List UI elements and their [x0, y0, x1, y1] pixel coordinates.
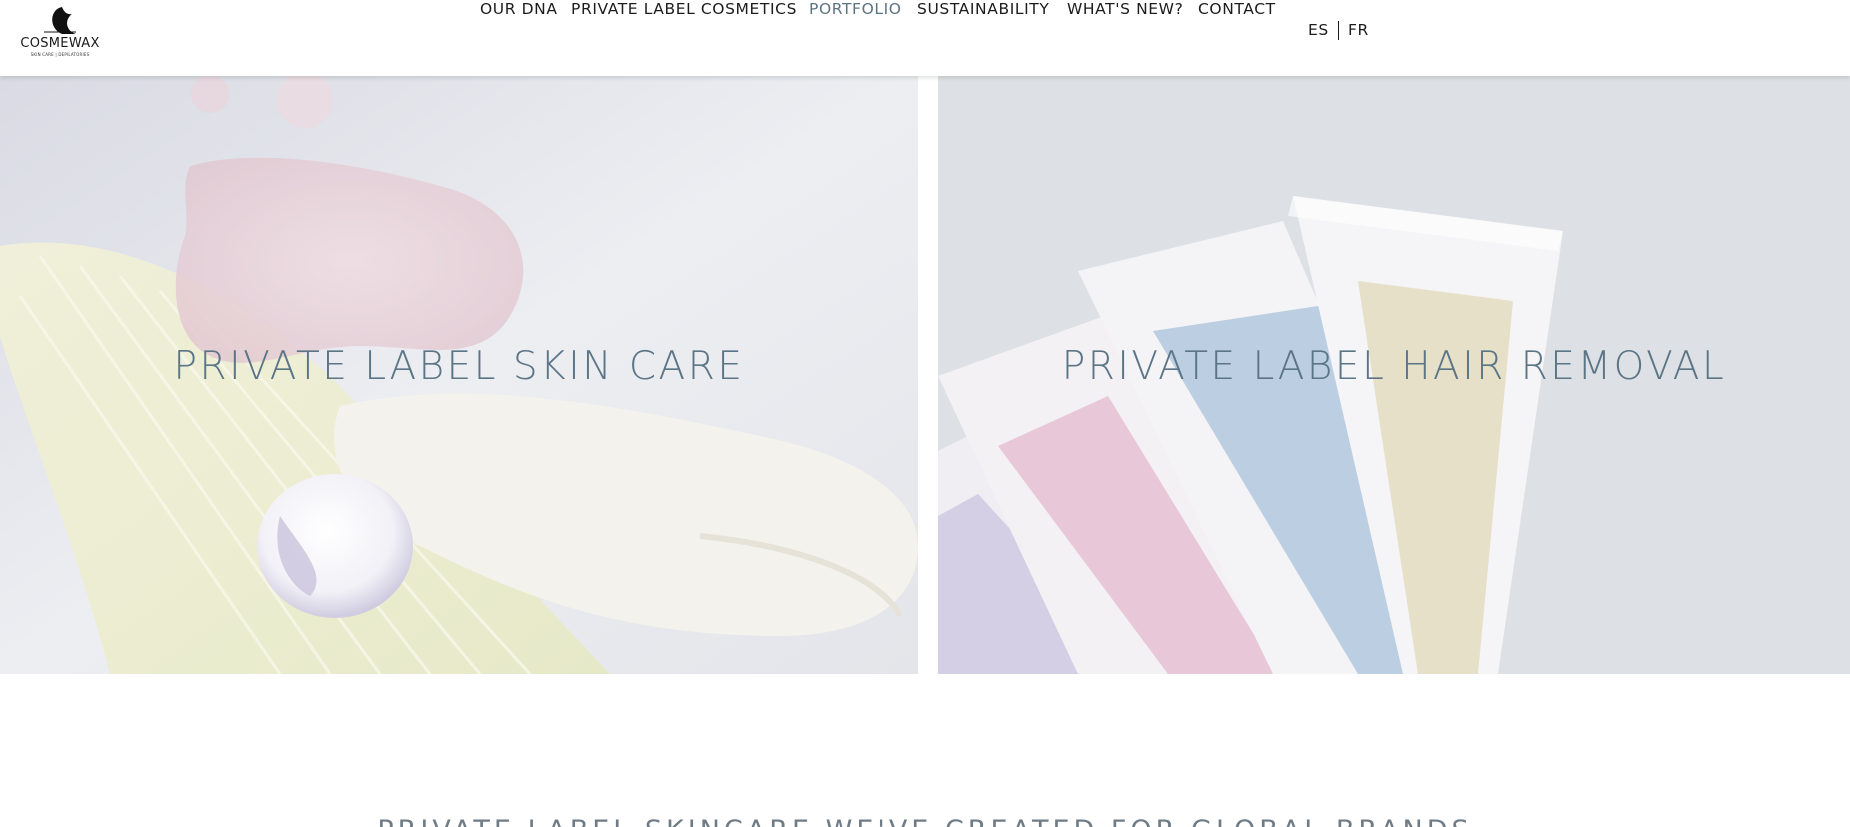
nav-item-private-label-cosmetics[interactable]: PRIVATE LABEL COSMETICS	[571, 0, 797, 18]
language-divider	[1338, 21, 1339, 40]
logo-wordmark: COSMEWAX	[20, 36, 100, 51]
nav-item-whats-new[interactable]: WHAT'S NEW?	[1067, 0, 1183, 18]
nav-item-portfolio[interactable]: PORTFOLIO	[809, 0, 902, 18]
language-es-link[interactable]: ES	[1308, 21, 1329, 41]
nav-item-contact[interactable]: CONTACT	[1198, 0, 1276, 18]
hero-card-skin-care[interactable]: PRIVATE LABEL SKIN CARE	[0, 76, 918, 674]
site-header: COSMEWAX SKIN CARE | DEPILATORIES OUR DN…	[0, 0, 1850, 76]
crescent-logo-icon	[44, 7, 76, 34]
hero-card-hair-removal[interactable]: PRIVATE LABEL HAIR REMOVAL	[938, 76, 1850, 674]
hero-title-hair-removal: PRIVATE LABEL HAIR REMOVAL	[1061, 344, 1727, 389]
cosmewax-logo[interactable]: COSMEWAX SKIN CARE | DEPILATORIES	[18, 6, 102, 58]
nav-item-our-dna[interactable]: OUR DNA	[480, 0, 558, 18]
logo-tagline: SKIN CARE | DEPILATORIES	[30, 52, 90, 57]
section-heading: PRIVATE LABEL SKINCARE WE'VE CREATED FOR…	[0, 815, 1850, 827]
hero-title-skin-care: PRIVATE LABEL SKIN CARE	[173, 344, 745, 389]
nav-item-sustainability[interactable]: SUSTAINABILITY	[917, 0, 1049, 18]
language-fr-link[interactable]: FR	[1348, 21, 1369, 41]
